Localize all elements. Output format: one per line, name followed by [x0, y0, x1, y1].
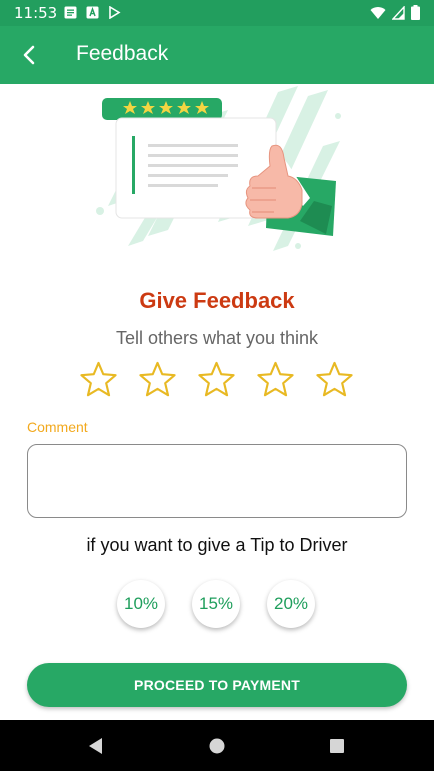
battery-icon [411, 5, 420, 25]
tip-option-20[interactable]: 20% [267, 580, 315, 628]
play-store-icon [108, 5, 121, 20]
recents-square-icon[interactable] [326, 735, 348, 757]
wifi-icon [370, 6, 386, 25]
page-title: Feedback [76, 42, 169, 65]
feedback-title: Give Feedback [139, 288, 295, 313]
proceed-to-payment-button[interactable]: PROCEED TO PAYMENT [27, 663, 407, 707]
tip-option-15[interactable]: 15% [192, 580, 240, 628]
back-arrow-icon [23, 45, 35, 65]
tip-option-10[interactable]: 10% [117, 580, 165, 628]
notes-icon [64, 6, 77, 19]
comment-field[interactable] [27, 444, 407, 518]
comment-label: Comment [27, 419, 88, 435]
star-icon-3[interactable] [197, 360, 236, 399]
star-icon-2[interactable] [138, 360, 177, 399]
home-circle-icon[interactable] [206, 735, 228, 757]
feedback-subtitle: Tell others what you think [115, 328, 319, 348]
tip-prompt: if you want to give a Tip to Driver [86, 535, 348, 555]
signal-icon [391, 4, 405, 25]
star-icon-4[interactable] [256, 360, 295, 399]
star-icon-5[interactable] [315, 360, 354, 399]
status-bar: 11:53 [0, 0, 434, 26]
back-triangle-icon[interactable] [85, 735, 107, 757]
star-icon-1[interactable] [79, 360, 118, 399]
tip-options: 10% 15% 20% [117, 580, 315, 628]
status-notification-icons [64, 5, 121, 20]
status-system-icons [370, 4, 420, 25]
status-time: 11:53 [14, 4, 58, 22]
thumbs-up-review-illustration [88, 86, 348, 266]
app-bar: Feedback [0, 26, 434, 84]
system-nav-bar [0, 720, 434, 771]
rating-stars [79, 360, 354, 399]
a-icon [86, 6, 99, 19]
back-button[interactable] [10, 37, 48, 73]
